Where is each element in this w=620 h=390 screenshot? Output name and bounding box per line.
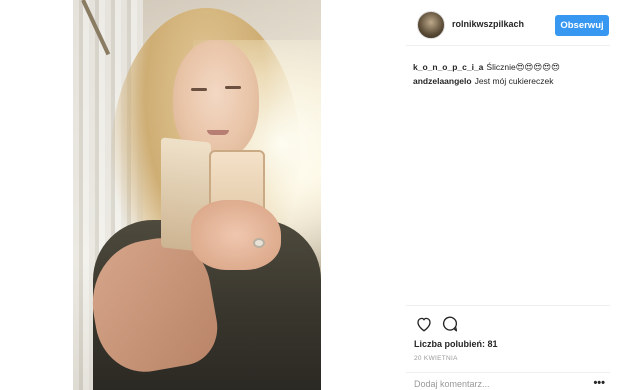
heart-icon[interactable] <box>415 315 433 333</box>
post-date: 20 KWIETNIA <box>414 355 458 362</box>
comment-text: Ślicznie😍😍😍😍😍 <box>486 62 561 72</box>
comment-input[interactable] <box>414 379 584 389</box>
post-actions: Liczba polubień: 81 20 KWIETNIA ••• <box>406 305 610 390</box>
comment-username[interactable]: andzelaangelo <box>413 76 472 86</box>
comment-username[interactable]: k_o_n_o_p_c_i_a <box>413 62 483 72</box>
photo-eye-left <box>191 88 207 91</box>
comment-bubble-icon[interactable] <box>441 315 459 333</box>
follow-button[interactable]: Obserwuj <box>555 15 609 36</box>
comment-item: k_o_n_o_p_c_i_a Ślicznie😍😍😍😍😍 <box>413 60 607 74</box>
comment-list: k_o_n_o_p_c_i_a Ślicznie😍😍😍😍😍 andzelaange… <box>413 60 607 88</box>
photo-eye-right <box>225 86 241 89</box>
post-side-panel: rolnikwszpilkach Obserwuj k_o_n_o_p_c_i_… <box>406 0 610 390</box>
post-photo <box>73 0 321 390</box>
photo-hand <box>191 200 281 270</box>
photo-ring <box>253 238 265 248</box>
more-options-icon[interactable]: ••• <box>593 377 605 389</box>
post-username[interactable]: rolnikwszpilkach <box>452 19 524 29</box>
add-comment-row: ••• <box>406 372 610 390</box>
post-header: rolnikwszpilkach Obserwuj <box>406 8 610 46</box>
like-count[interactable]: Liczba polubień: 81 <box>414 339 498 349</box>
comment-text: Jest mój cukiereczek <box>474 76 554 86</box>
avatar[interactable] <box>417 11 445 39</box>
comment-item: andzelaangelo Jest mój cukiereczek <box>413 74 607 88</box>
photo-mouth <box>207 130 229 135</box>
